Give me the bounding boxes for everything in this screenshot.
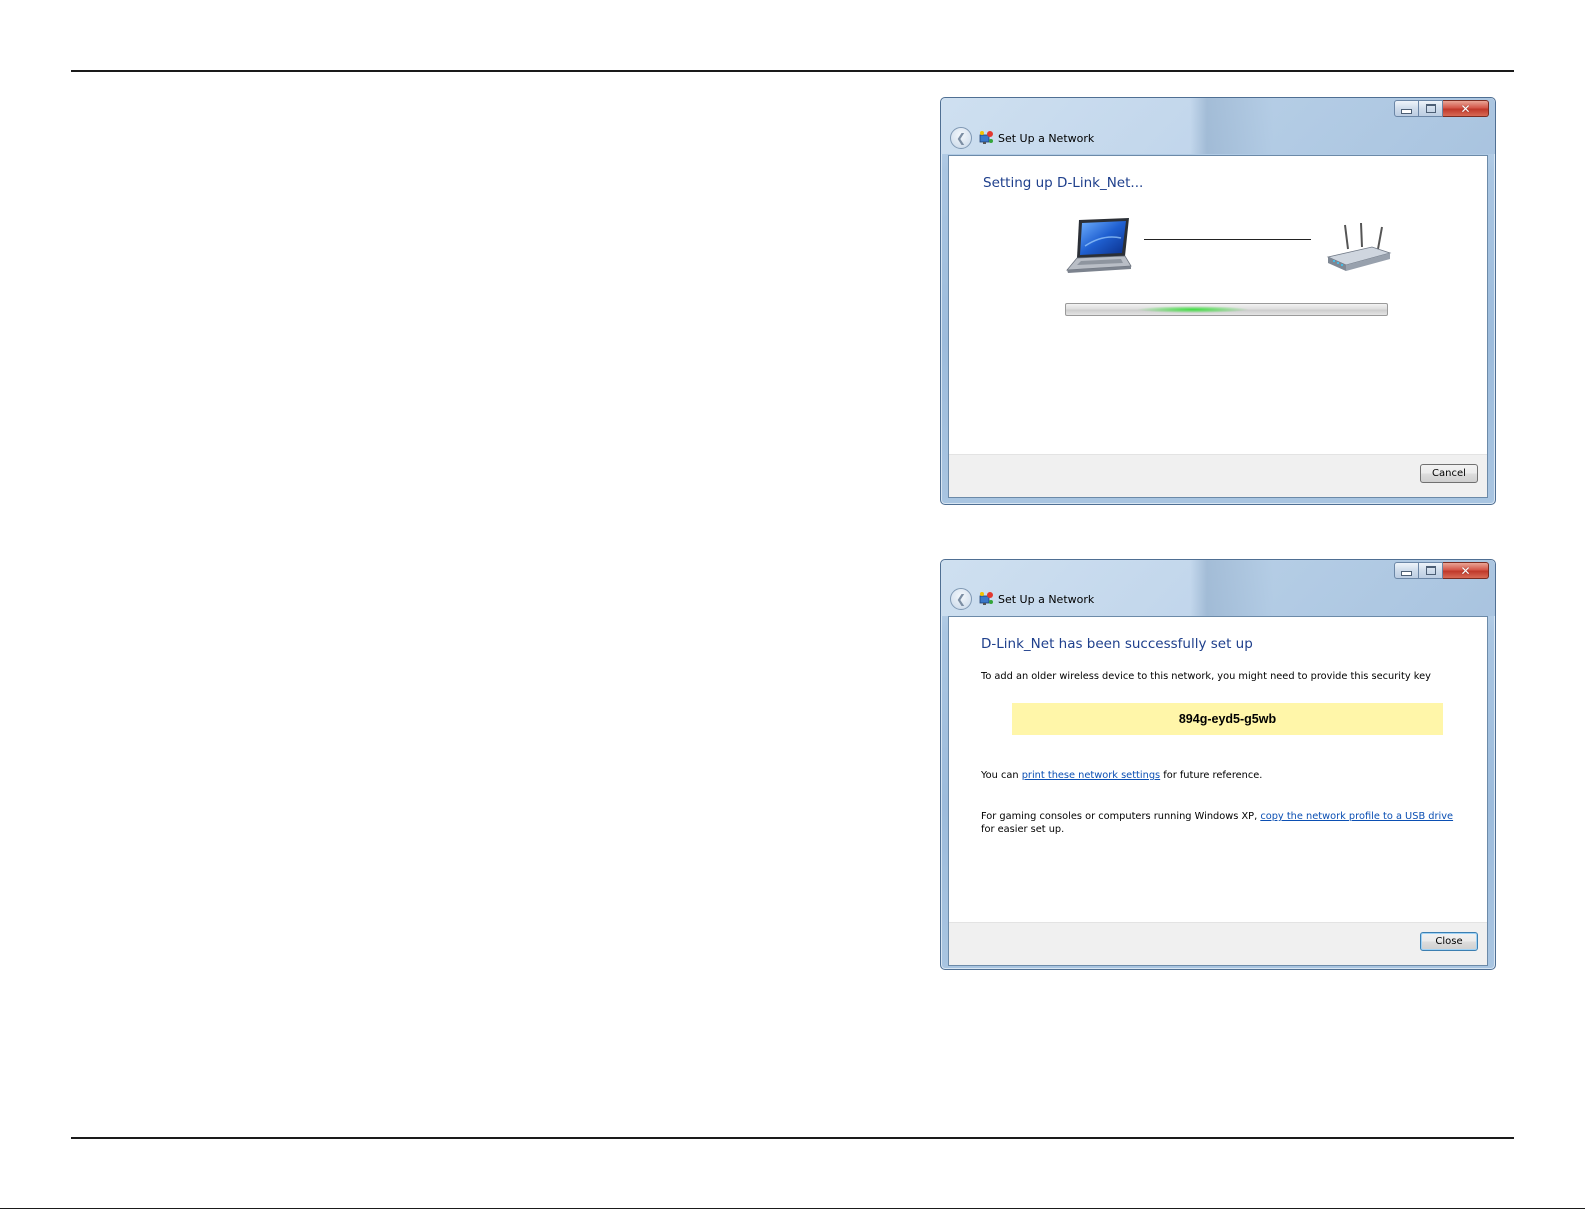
caption-buttons: ✕ <box>1394 100 1489 117</box>
back-button[interactable]: ❮ <box>950 588 972 610</box>
dialog-content: Setting up D-Link_Net... Cancel <box>948 155 1488 498</box>
cancel-button[interactable]: Cancel <box>1420 464 1478 483</box>
nav-row: ❮ Set Up a Network <box>950 127 1094 149</box>
copy-profile-usb-link[interactable]: copy the network profile to a USB drive <box>1260 811 1453 822</box>
footer-rule <box>71 1137 1514 1139</box>
network-wizard-icon <box>979 592 993 605</box>
setup-progress-bar <box>1065 303 1388 316</box>
header-rule <box>71 70 1514 72</box>
print-network-settings-link[interactable]: print these network settings <box>1022 770 1160 781</box>
maximize-icon <box>1425 566 1436 575</box>
usb-profile-text: For gaming consoles or computers running… <box>981 810 1461 836</box>
back-arrow-icon: ❮ <box>955 131 967 145</box>
laptop-icon <box>1066 218 1132 273</box>
security-key-display: 894g-eyd5-g5wb <box>1012 703 1443 735</box>
maximize-icon <box>1425 104 1436 113</box>
print-prefix: You can <box>981 770 1022 781</box>
minimize-button[interactable] <box>1394 562 1419 579</box>
security-key-value: 894g-eyd5-g5wb <box>1178 712 1277 726</box>
window-title: Set Up a Network <box>998 131 1095 145</box>
maximize-button[interactable] <box>1419 100 1443 117</box>
wireless-router-icon <box>1326 223 1392 271</box>
back-button[interactable]: ❮ <box>950 127 972 149</box>
connection-line <box>1144 239 1311 240</box>
close-window-button[interactable]: ✕ <box>1443 562 1489 579</box>
close-icon: ✕ <box>1460 101 1471 116</box>
close-window-button[interactable]: ✕ <box>1443 100 1489 117</box>
dialog-content: D-Link_Net has been successfully set up … <box>948 616 1488 966</box>
minimize-icon <box>1401 570 1412 576</box>
print-settings-text: You can print these network settings for… <box>981 769 1262 782</box>
close-button[interactable]: Close <box>1420 932 1478 951</box>
usb-suffix: for easier set up. <box>981 824 1065 835</box>
usb-prefix: For gaming consoles or computers running… <box>981 811 1261 822</box>
success-heading: D-Link_Net has been successfully set up <box>981 636 1253 652</box>
progress-marquee <box>1138 306 1248 313</box>
window-title: Set Up a Network <box>998 592 1095 606</box>
setup-success-dialog: ✕ ❮ Set Up a Network D-Link_Net has been… <box>940 559 1496 970</box>
back-arrow-icon: ❮ <box>955 592 967 606</box>
network-wizard-icon <box>979 131 993 144</box>
setting-up-dialog: ✕ ❮ Set Up a Network Setting up D-Link_N… <box>940 97 1496 505</box>
dialog-footer: Cancel <box>949 454 1487 497</box>
maximize-button[interactable] <box>1419 562 1443 579</box>
security-key-instructions: To add an older wireless device to this … <box>981 671 1431 682</box>
minimize-icon <box>1401 108 1412 114</box>
minimize-button[interactable] <box>1394 100 1419 117</box>
print-suffix: for future reference. <box>1160 770 1263 781</box>
setup-heading: Setting up D-Link_Net... <box>983 175 1144 191</box>
dialog-footer: Close <box>949 922 1487 965</box>
nav-row: ❮ Set Up a Network <box>950 588 1094 610</box>
page-bottom-edge <box>0 1208 1585 1209</box>
close-icon: ✕ <box>1460 563 1471 578</box>
caption-buttons: ✕ <box>1394 562 1489 579</box>
